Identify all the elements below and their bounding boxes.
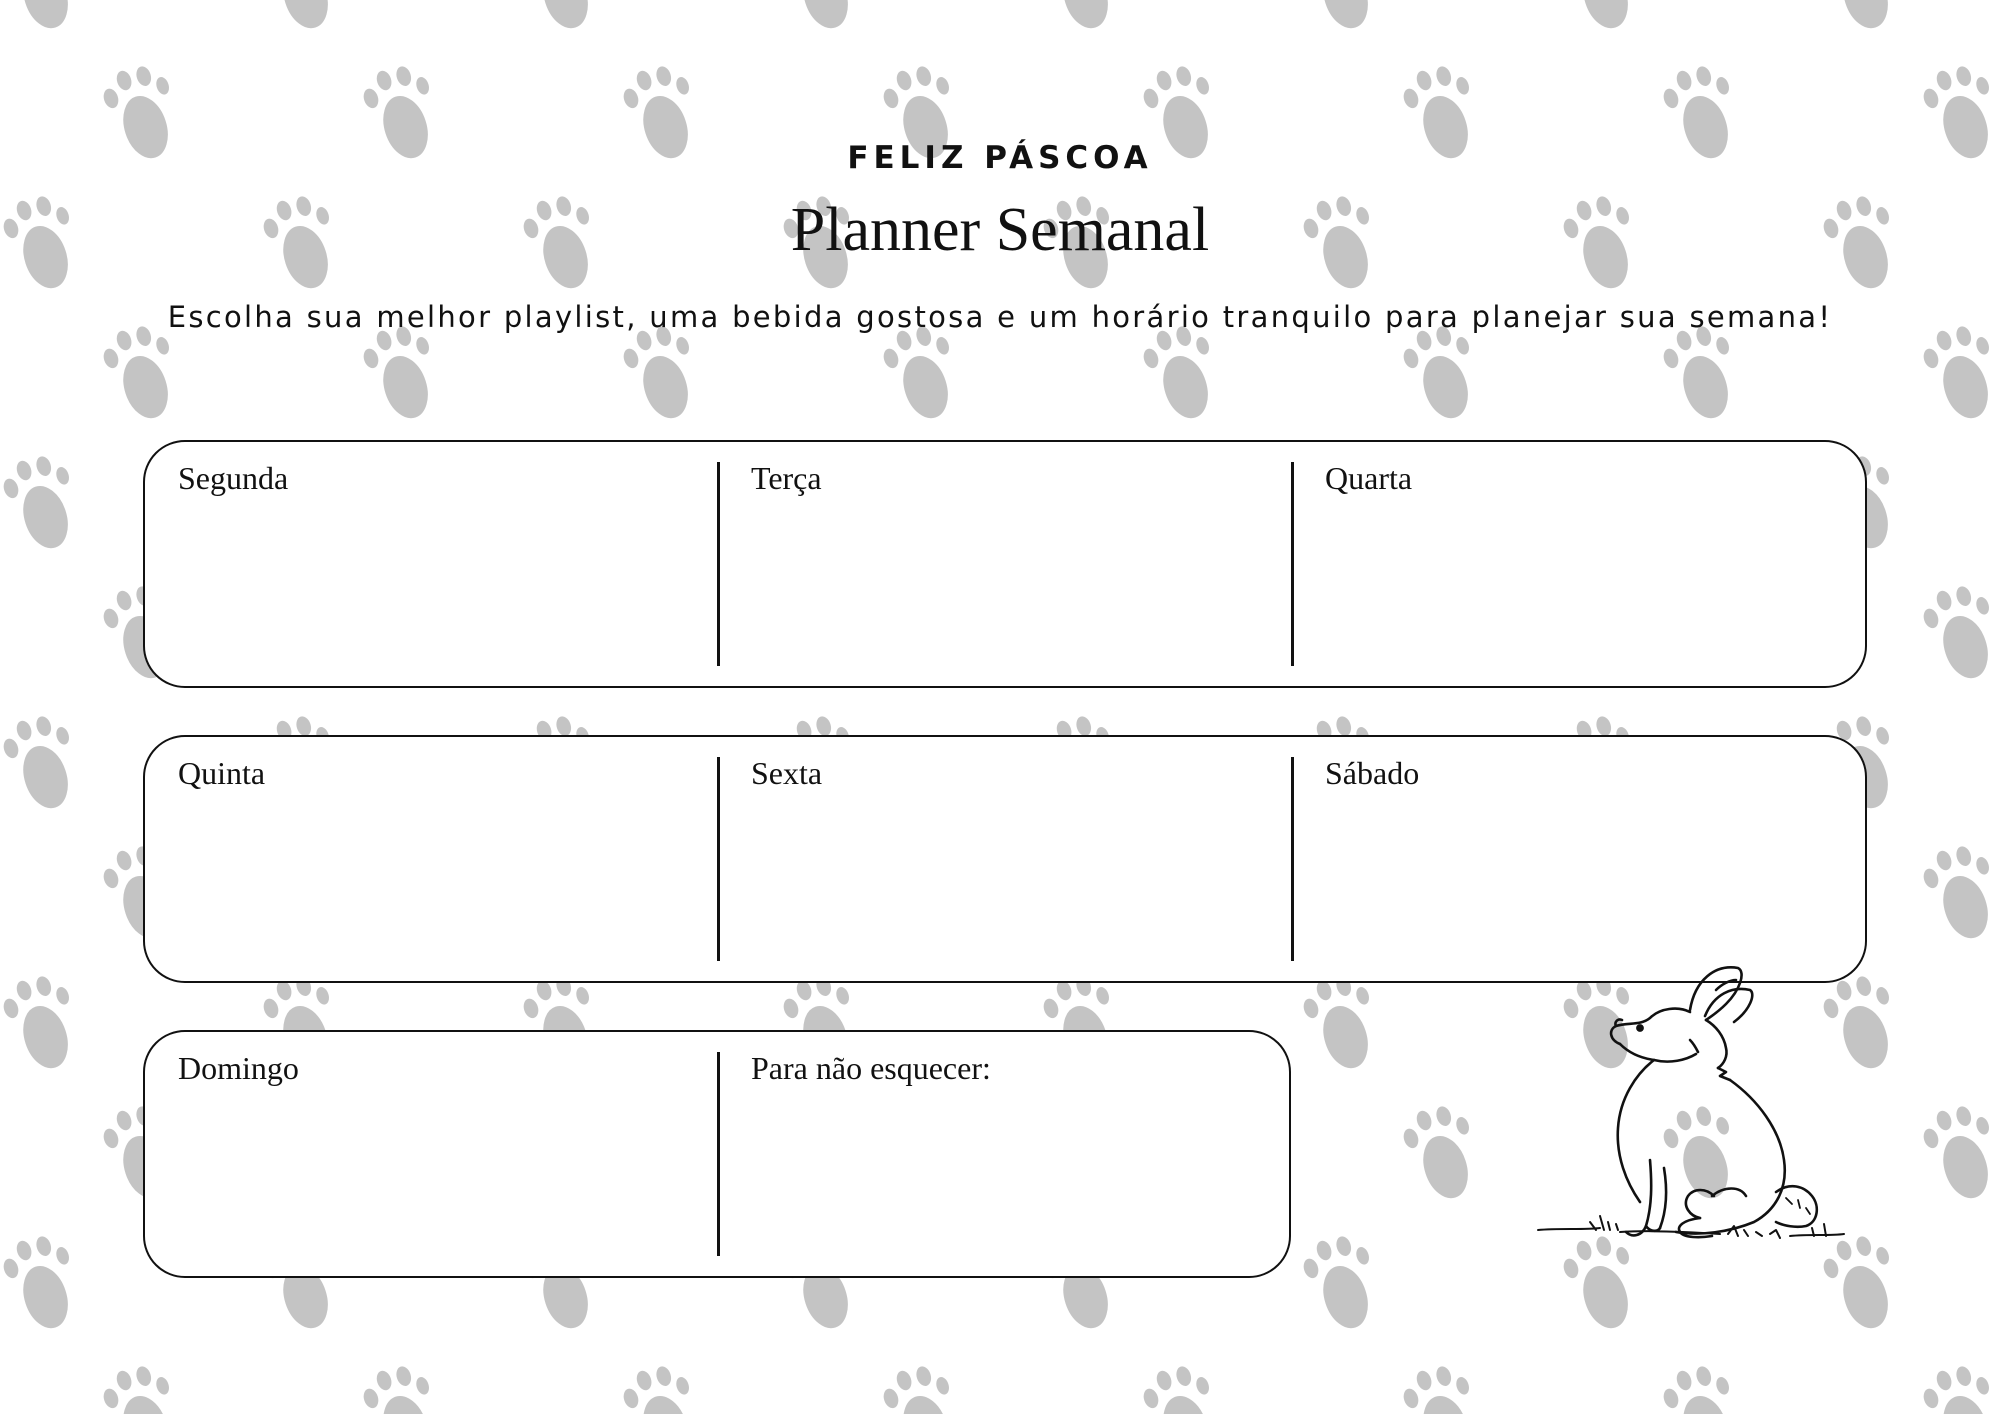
bunny-paw-icon <box>1919 1102 1993 1203</box>
notes-label: Para não esquecer: <box>751 1050 991 1086</box>
bunny-paw-icon <box>0 452 73 553</box>
bunny-paw-icon <box>0 1232 73 1333</box>
bunny-paw-icon <box>19 0 72 33</box>
week-row-2: Quinta Sexta Sábado <box>143 735 1867 983</box>
page-subtitle: Escolha sua melhor playlist, uma bebida … <box>167 300 1833 334</box>
column-divider <box>717 1052 720 1256</box>
bunny-paw-icon <box>1579 0 1632 33</box>
bunny-paw-icon <box>1139 1362 1213 1414</box>
bunny-paw-icon <box>1399 1102 1473 1203</box>
day-label-segunda: Segunda <box>178 460 289 496</box>
column-divider <box>1291 462 1294 666</box>
week-row-1: Segunda Terça Quarta <box>143 440 1867 688</box>
bunny-paw-icon <box>1659 1362 1733 1414</box>
bunny-paw-icon <box>1839 0 1892 33</box>
bunny-paw-icon <box>279 0 332 33</box>
bunny-paw-icon <box>1919 582 1993 683</box>
bunny-paw-icon <box>1399 1362 1473 1414</box>
eyebrow-text: FELIZ PÁSCOA <box>847 140 1153 176</box>
bunny-paw-icon <box>1919 1362 1993 1414</box>
day-label-domingo: Domingo <box>178 1050 299 1086</box>
bunny-paw-icon <box>1319 0 1372 33</box>
bunny-paw-icon <box>0 972 73 1073</box>
column-divider <box>1291 757 1294 961</box>
bunny-paw-icon <box>539 0 592 33</box>
day-label-quarta: Quarta <box>1325 460 1413 496</box>
page-title: Planner Semanal <box>790 196 1210 264</box>
column-divider <box>717 462 720 666</box>
day-label-sexta: Sexta <box>751 755 823 791</box>
bunny-paw-icon <box>1299 1232 1373 1333</box>
bunny-paw-icon <box>0 712 73 813</box>
bunny-paw-icon <box>619 1362 693 1414</box>
bunny-paw-icon <box>799 0 852 33</box>
bunny-paw-icon <box>1919 842 1993 943</box>
bunny-paw-icon <box>99 1362 173 1414</box>
column-divider <box>717 757 720 961</box>
day-label-quinta: Quinta <box>178 755 266 791</box>
week-row-3: Domingo Para não esquecer: <box>143 1030 1291 1278</box>
bunny-paw-icon <box>1059 0 1112 33</box>
day-label-sabado: Sábado <box>1325 755 1420 791</box>
day-label-terca: Terça <box>751 460 822 496</box>
bunny-illustration <box>1537 966 1845 1239</box>
bunny-paw-icon <box>359 1362 433 1414</box>
bunny-paw-icon <box>879 1362 953 1414</box>
